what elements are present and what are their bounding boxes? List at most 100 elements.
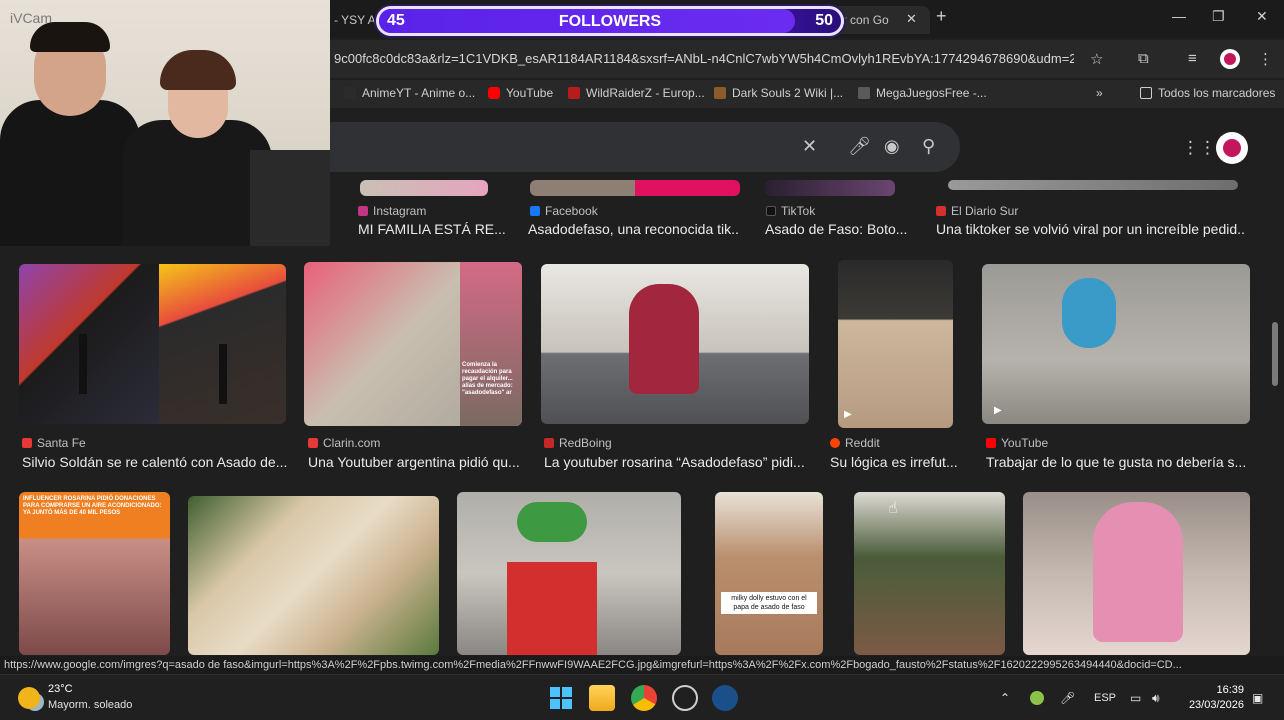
play-icon: ▶	[844, 409, 852, 420]
weather-sun-icon[interactable]	[18, 687, 40, 709]
bookmarks-overflow-icon[interactable]: »	[1096, 86, 1103, 100]
result-title[interactable]: MI FAMILIA ESTÁ RE...	[358, 221, 508, 237]
result-title[interactable]: Asado de Faso: Boto...	[765, 221, 910, 237]
reading-list-icon[interactable]: ≡	[1188, 50, 1197, 67]
microphone-icon[interactable]: 🎤︎	[1060, 691, 1075, 705]
result-title[interactable]: Su lógica es irrefut...	[830, 454, 958, 470]
bookmark-animeyt[interactable]: AnimeYT - Anime o...	[344, 86, 475, 100]
close-tab-icon[interactable]: ✕	[906, 11, 917, 27]
steam-icon[interactable]	[712, 685, 738, 711]
url-field[interactable]: 9c00fc8c0dc83a&rlz=1C1VDKB_esAR1184AR118…	[334, 51, 1074, 66]
maximize-icon[interactable]: ❐	[1212, 8, 1225, 25]
start-icon[interactable]	[548, 685, 574, 711]
bookmark-label: MegaJuegosFree -...	[876, 86, 987, 100]
app-circle-icon[interactable]	[672, 685, 698, 711]
weather-condition[interactable]: Mayorm. soleado	[48, 699, 132, 711]
notifications-icon[interactable]: ▣	[1252, 691, 1263, 705]
thumbnail-banner: INFLUENCER ROSARINA PIDIÓ DONACIONES PAR…	[23, 496, 162, 516]
source-label: Clarin.com	[323, 436, 381, 450]
result-title[interactable]: La youtuber rosarina “Asadodefaso” pidi.…	[544, 454, 810, 470]
result-thumbnail[interactable]: Comienza la recaudación para pagar el al…	[304, 262, 522, 426]
result-thumbnail[interactable]	[360, 180, 488, 196]
network-icon[interactable]: ▭	[1130, 691, 1141, 705]
source-label: TikTok	[781, 204, 816, 218]
taskbar-clock[interactable]: 16:39 23/03/2026	[1188, 683, 1244, 713]
bookmark-label: AnimeYT - Anime o...	[362, 86, 476, 100]
result-thumbnail[interactable]	[948, 180, 1238, 190]
tray-app-icon[interactable]	[1030, 691, 1044, 705]
profile-avatar[interactable]	[1220, 49, 1240, 69]
bookmarks-bar: AnimeYT - Anime o... YouTube WildRaiderZ…	[330, 80, 1284, 108]
minimize-icon[interactable]: —	[1172, 8, 1186, 24]
youtube-icon	[488, 87, 500, 99]
result-title[interactable]: Silvio Soldán se re calentó con Asado de…	[22, 454, 288, 470]
result-thumbnail[interactable]	[530, 180, 740, 196]
microphone-icon	[219, 344, 227, 404]
volume-icon[interactable]: 🔊︎	[1152, 691, 1160, 706]
search-icon[interactable]: ⚲	[922, 136, 935, 157]
reddit-icon	[830, 438, 840, 448]
account-avatar[interactable]	[1216, 132, 1248, 164]
folder-icon	[1140, 87, 1152, 99]
followers-current: 45	[387, 12, 405, 29]
result-thumbnail[interactable]	[765, 180, 895, 196]
bookmark-star-icon[interactable]: ☆	[1090, 50, 1103, 68]
result-thumbnail[interactable]	[1023, 492, 1250, 655]
result-thumbnail[interactable]	[541, 264, 809, 424]
source-label: YouTube	[1001, 436, 1049, 450]
result-source: Santa Fe	[22, 436, 86, 450]
tiktok-icon	[766, 206, 776, 216]
source-label: Facebook	[545, 204, 598, 218]
result-thumbnail[interactable]	[188, 496, 439, 655]
language-indicator[interactable]: ESP	[1094, 692, 1116, 704]
thumbnail-caption: Comienza la recaudación para pagar el al…	[462, 362, 513, 396]
result-title[interactable]: Una tiktoker se volvió viral por un incr…	[936, 221, 1246, 237]
result-thumbnail[interactable]: milky dolly estuvo con el papa de asado …	[715, 492, 823, 655]
new-tab-icon[interactable]: +	[936, 6, 947, 27]
result-source: Clarin.com	[308, 436, 380, 450]
bookmark-youtube[interactable]: YouTube	[488, 86, 553, 100]
microphone-icon	[79, 334, 87, 394]
chrome-icon[interactable]	[631, 685, 657, 711]
person-left-hair	[30, 22, 110, 52]
site-favicon-icon	[22, 438, 32, 448]
result-title[interactable]: Asadodefaso, una reconocida tik...	[528, 221, 740, 237]
extensions-icon[interactable]: ⧉	[1138, 50, 1149, 67]
result-thumbnail[interactable]	[19, 264, 286, 424]
result-thumbnail[interactable]: ▶	[982, 264, 1250, 424]
source-label: RedBoing	[559, 436, 612, 450]
followers-goal: 50	[815, 12, 833, 29]
clear-search-icon[interactable]: ✕	[802, 136, 817, 157]
bookmark-megajuegos[interactable]: MegaJuegosFree -...	[858, 86, 987, 100]
voice-search-icon[interactable]: 🎤︎	[848, 136, 871, 157]
close-window-icon[interactable]: ✕	[1256, 8, 1268, 25]
result-thumbnail[interactable]	[854, 492, 1005, 655]
bookmark-darksouls-wiki[interactable]: Dark Souls 2 Wiki |...	[714, 86, 843, 100]
result-thumbnail[interactable]	[457, 492, 681, 655]
result-source: YouTube	[986, 436, 1048, 450]
all-bookmarks-label: Todos los marcadores	[1158, 86, 1276, 100]
search-input[interactable]: ✕ 🎤︎ ◉ ⚲	[330, 122, 960, 172]
bookmark-wildraiderz[interactable]: WildRaiderZ - Europ...	[568, 86, 705, 100]
clock-date: 23/03/2026	[1188, 699, 1244, 711]
source-label: Santa Fe	[37, 436, 86, 450]
lens-search-icon[interactable]: ◉	[884, 136, 900, 157]
result-title[interactable]: Una Youtuber argentina pidió qu...	[308, 454, 522, 470]
thumbnail-figure	[629, 284, 699, 394]
page-scrollbar[interactable]	[1272, 322, 1278, 386]
result-source: El Diario Sur	[936, 204, 1018, 218]
more-menu-icon[interactable]: ⋮	[1258, 50, 1273, 68]
weather-temperature[interactable]: 23°C	[48, 683, 73, 695]
result-source: Reddit	[830, 436, 880, 450]
followers-label: FOLLOWERS	[558, 13, 662, 30]
person-right-hair	[160, 50, 236, 90]
tray-overflow-icon[interactable]: ⌃	[1000, 691, 1010, 705]
result-title[interactable]: Trabajar de lo que te gusta no debería s…	[986, 454, 1248, 470]
result-thumbnail[interactable]: ▶	[838, 260, 953, 428]
file-explorer-icon[interactable]	[589, 685, 615, 711]
result-thumbnail[interactable]: INFLUENCER ROSARINA PIDIÓ DONACIONES PAR…	[19, 492, 170, 655]
site-favicon-icon	[544, 438, 554, 448]
bookmark-favicon-icon	[344, 87, 356, 99]
bookmark-label: Dark Souls 2 Wiki |...	[732, 86, 844, 100]
all-bookmarks-folder[interactable]: Todos los marcadores	[1140, 86, 1275, 100]
